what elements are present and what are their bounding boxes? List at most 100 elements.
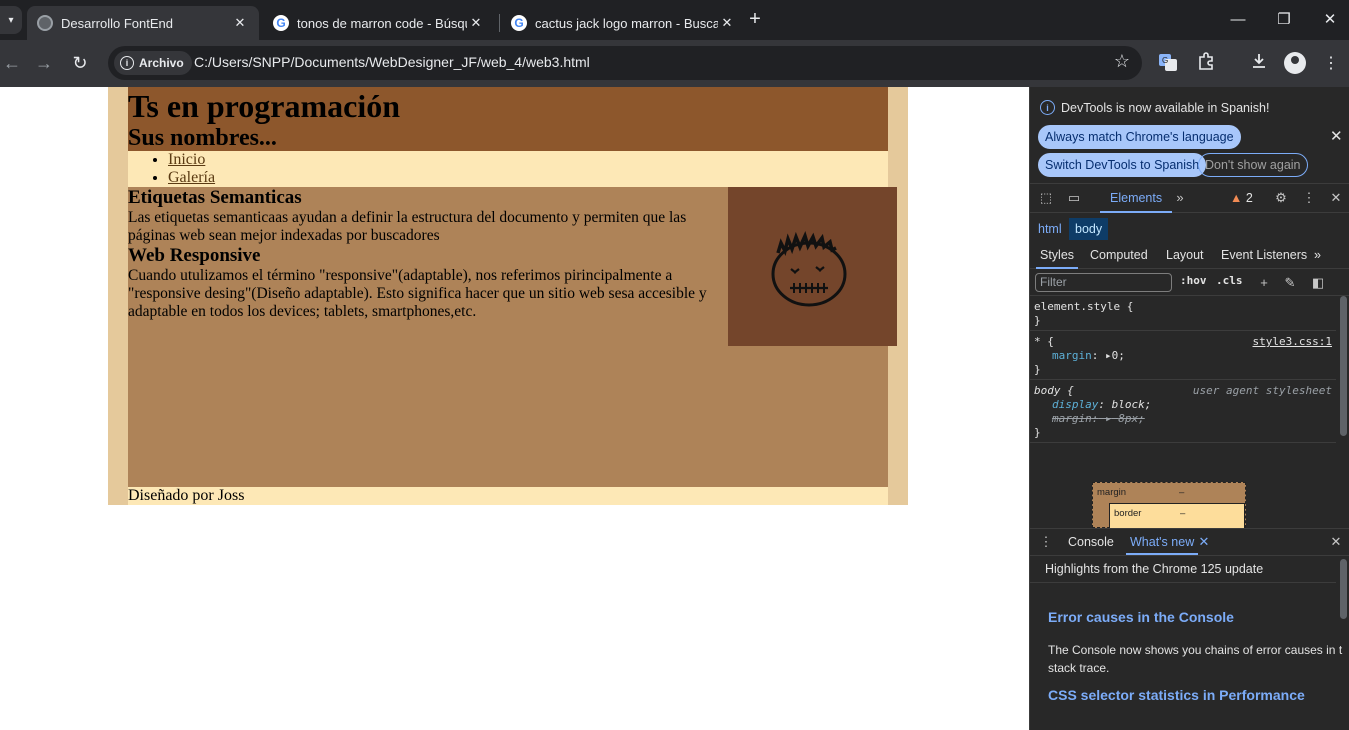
- hov-toggle[interactable]: :hov: [1180, 274, 1207, 287]
- tab-layout[interactable]: Layout: [1166, 243, 1204, 269]
- dont-show-again-button[interactable]: Don't show again: [1198, 153, 1308, 177]
- site-info-chip[interactable]: i Archivo: [114, 51, 192, 75]
- box-model-margin-value: –: [1179, 487, 1185, 498]
- expand-triangle-icon[interactable]: ▸: [1105, 349, 1112, 362]
- nav-item: Inicio: [168, 151, 888, 169]
- browser-toolbar: ← → ↻ i Archivo C:/Users/SNPP/Documents/…: [0, 40, 1349, 87]
- styles-filter-row: Filter :hov .cls + ✎ ◧: [1030, 270, 1349, 296]
- breadcrumb-html[interactable]: html: [1032, 218, 1068, 240]
- settings-gear-icon[interactable]: ⚙: [1273, 190, 1289, 206]
- google-icon: G: [511, 15, 527, 31]
- property-value: 8px;: [1118, 412, 1145, 425]
- minimize-icon[interactable]: —: [1224, 8, 1252, 32]
- cls-toggle[interactable]: .cls: [1216, 274, 1243, 287]
- drawer-tabs: ⋮ Console What's new ✕ ✕: [1030, 528, 1349, 556]
- tab-separator: [499, 14, 500, 32]
- language-infobar: i DevTools is now available in Spanish! …: [1030, 87, 1349, 184]
- property-value: block;: [1111, 398, 1152, 411]
- close-window-icon[interactable]: ✕: [1316, 8, 1344, 32]
- address-bar[interactable]: i Archivo C:/Users/SNPP/Documents/WebDes…: [108, 46, 1142, 80]
- drawer-menu-icon[interactable]: ⋮: [1038, 534, 1054, 550]
- download-icon[interactable]: [1247, 52, 1271, 76]
- new-tab-button[interactable]: +: [744, 8, 766, 32]
- page-title: Ts en programación: [128, 88, 401, 124]
- rule-property[interactable]: display: block;: [1034, 398, 1332, 412]
- bookmark-star-icon[interactable]: ☆: [1114, 51, 1130, 72]
- nav-link-galeria[interactable]: Galería: [168, 169, 215, 186]
- close-tab-icon[interactable]: ✕: [467, 15, 485, 31]
- expand-triangle-icon[interactable]: ▸: [1105, 412, 1112, 425]
- inspect-element-icon[interactable]: ⬚: [1038, 190, 1054, 206]
- rule-property[interactable]: margin: ▸0;: [1034, 349, 1332, 363]
- reload-icon[interactable]: ↻: [68, 52, 92, 76]
- breadcrumb-body[interactable]: body: [1069, 218, 1109, 240]
- rule-source-link[interactable]: style3.css:1: [1253, 335, 1332, 349]
- restore-icon[interactable]: ❐: [1270, 8, 1298, 32]
- property-name: margin: [1052, 349, 1092, 362]
- tab-tonos[interactable]: G tonos de marron code - Búsqu ✕: [263, 6, 495, 40]
- box-model-border-value: –: [1180, 508, 1186, 519]
- section-text: Cuando utulizamos el término "responsive…: [128, 267, 707, 320]
- more-tabs-icon[interactable]: »: [1172, 190, 1188, 206]
- url-text[interactable]: C:/Users/SNPP/Documents/WebDesigner_JF/w…: [194, 54, 590, 70]
- close-devtools-icon[interactable]: ✕: [1328, 190, 1344, 206]
- colon: :: [1091, 349, 1099, 362]
- more-subtabs-icon[interactable]: »: [1314, 243, 1321, 269]
- close-tab-icon[interactable]: ✕: [718, 15, 736, 31]
- forward-arrow-icon[interactable]: →: [32, 52, 56, 76]
- nav-link-inicio[interactable]: Inicio: [168, 151, 205, 168]
- section-text: Las etiquetas semanticaas ayudan a defin…: [128, 209, 687, 244]
- whats-new-item-text: The Console now shows you chains of erro…: [1048, 641, 1342, 677]
- scrollbar-thumb[interactable]: [1340, 559, 1347, 619]
- close-whats-new-icon[interactable]: ✕: [1196, 534, 1212, 550]
- whats-new-scrollbar[interactable]: [1337, 557, 1349, 730]
- scrollbar-thumb[interactable]: [1340, 296, 1347, 436]
- back-arrow-icon[interactable]: ←: [0, 52, 24, 76]
- sidebar-toggle-icon[interactable]: ◧: [1310, 275, 1326, 291]
- tab-desarrollo[interactable]: Desarrollo FontEnd ✕: [27, 6, 259, 40]
- tab-elements[interactable]: Elements: [1100, 185, 1173, 213]
- tab-console[interactable]: Console: [1068, 529, 1114, 555]
- tab-title: cactus jack logo marron - Busca: [535, 15, 718, 31]
- match-language-button[interactable]: Always match Chrome's language: [1038, 125, 1241, 149]
- page-nav: Inicio Galería: [128, 151, 888, 187]
- tab-computed[interactable]: Computed: [1090, 243, 1148, 269]
- close-tab-icon[interactable]: ✕: [231, 15, 249, 31]
- device-toolbar-icon[interactable]: ▭: [1066, 190, 1082, 206]
- globe-icon: [37, 15, 53, 31]
- infobar-text: DevTools is now available in Spanish!: [1061, 100, 1270, 115]
- extensions-icon[interactable]: [1194, 52, 1218, 76]
- rule-element-style[interactable]: element.style { }: [1030, 296, 1336, 331]
- tab-styles[interactable]: Styles: [1036, 243, 1079, 269]
- page-container: Ts en programación Sus nombres... Inicio…: [108, 87, 908, 505]
- translate-icon[interactable]: G: [1156, 52, 1180, 76]
- whats-new-item-title[interactable]: CSS selector statistics in Performance: [1048, 687, 1336, 703]
- profile-avatar-icon[interactable]: [1284, 52, 1306, 74]
- breadcrumb: html body: [1030, 218, 1349, 240]
- rule-close: }: [1034, 363, 1041, 376]
- devtools-main-tabs: ⬚ ▭ Elements » ▲ 2 ⚙ ⋮ ✕: [1030, 185, 1349, 213]
- styles-scrollbar[interactable]: [1337, 296, 1349, 528]
- close-infobar-icon[interactable]: ✕: [1330, 127, 1343, 145]
- colon: :: [1098, 398, 1105, 411]
- rule-universal[interactable]: * { style3.css:1 margin: ▸0; }: [1030, 331, 1336, 380]
- tab-event-listeners[interactable]: Event Listeners: [1221, 243, 1307, 269]
- styles-sub-tabs: Styles Computed Layout Event Listeners »: [1030, 243, 1349, 269]
- rule-close: }: [1034, 314, 1041, 327]
- rule-body[interactable]: body { user agent stylesheet display: bl…: [1030, 380, 1336, 443]
- tab-search-button[interactable]: ▾: [0, 6, 22, 34]
- whats-new-item-title[interactable]: Error causes in the Console: [1048, 609, 1336, 625]
- switch-language-button[interactable]: Switch DevTools to Spanish: [1038, 153, 1207, 177]
- tab-cactus[interactable]: G cactus jack logo marron - Busca ✕: [501, 6, 746, 40]
- devtools-menu-icon[interactable]: ⋮: [1301, 190, 1317, 206]
- warnings-badge[interactable]: ▲ 2: [1230, 191, 1253, 205]
- paint-brush-icon[interactable]: ✎: [1282, 275, 1298, 291]
- tab-whats-new[interactable]: What's new: [1126, 529, 1199, 555]
- kebab-menu-icon[interactable]: ⋮: [1319, 52, 1343, 76]
- styles-filter-input[interactable]: Filter: [1035, 273, 1172, 292]
- rule-property-overridden[interactable]: margin: ▸ 8px;: [1034, 412, 1332, 426]
- new-rule-icon[interactable]: +: [1256, 275, 1272, 291]
- close-drawer-icon[interactable]: ✕: [1328, 534, 1344, 550]
- rule-selector: element.style {: [1034, 300, 1134, 313]
- page-subtitle: Sus nombres...: [128, 125, 277, 151]
